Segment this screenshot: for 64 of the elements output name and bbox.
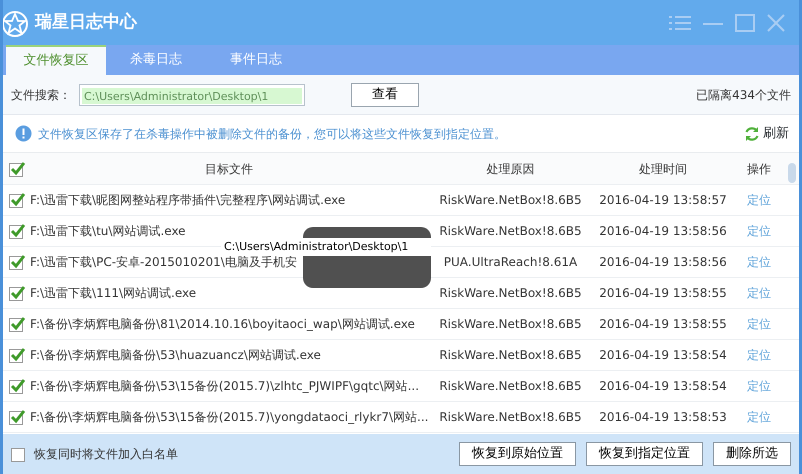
time-text: 2016-04-19 13:58:54 bbox=[599, 348, 727, 362]
checkbox[interactable] bbox=[9, 347, 26, 364]
checkbox[interactable] bbox=[9, 160, 26, 178]
checkbox[interactable] bbox=[9, 285, 26, 302]
reason-text: RiskWare.NetBox!8.6B5 bbox=[439, 348, 582, 362]
checkbox[interactable] bbox=[9, 409, 26, 426]
file-path: F:\备份\李炳辉电脑备份\81\2014.10.16\boyitaoci_wap\网站调试.exe bbox=[30, 317, 415, 331]
reason-text: RiskWare.NetBox!8.6B5 bbox=[439, 410, 582, 424]
column-header: 操作 bbox=[747, 162, 771, 176]
reason-text: RiskWare.NetBox!8.6B5 bbox=[439, 317, 582, 331]
checkbox[interactable] bbox=[9, 378, 26, 396]
time-text: 2016-04-19 13:58:55 bbox=[599, 317, 727, 331]
locate-link[interactable]: 定位 bbox=[747, 253, 771, 271]
quarantine-count: 已隔离434个文件 bbox=[696, 86, 791, 104]
locate-link[interactable]: 定位 bbox=[747, 315, 771, 333]
file-path: F:\备份\李炳辉电脑备份\53\15备份(2015.7)\yongdataoci_rlykr7\网站... bbox=[30, 410, 428, 424]
footer-button[interactable]: 恢复到原始位置 bbox=[459, 442, 576, 466]
tab[interactable]: 文件恢复区 bbox=[6, 45, 106, 75]
column-header: 处理时间 bbox=[639, 162, 687, 176]
search-label: 文件搜索： bbox=[11, 86, 71, 104]
file-path: F:\迅雷下载\111\网站调试.exe bbox=[30, 286, 196, 300]
tab[interactable]: 杀毒日志 bbox=[106, 45, 206, 75]
window-title: 瑞星日志中心 bbox=[35, 10, 137, 34]
file-path: F:\备份\李炳辉电脑备份\53\15备份(2015.7)\zlhtc_PJWIPF\gqtc\网站... bbox=[30, 379, 420, 393]
time-text: 2016-04-19 13:58:56 bbox=[599, 255, 727, 269]
tooltip-text: C:\Users\Administrator\Desktop\1 bbox=[221, 238, 431, 256]
locate-link[interactable]: 定位 bbox=[747, 222, 771, 240]
footer-button[interactable]: 删除所选 bbox=[713, 442, 791, 466]
time-text: 2016-04-19 13:58:56 bbox=[599, 224, 727, 238]
checkbox[interactable] bbox=[9, 223, 26, 240]
tab[interactable]: 事件日志 bbox=[206, 45, 306, 75]
time-text: 2016-04-19 13:58:54 bbox=[599, 379, 727, 393]
search-field[interactable]: C:\Users\Administrator\Desktop\1 bbox=[79, 84, 305, 106]
refresh-icon[interactable] bbox=[744, 126, 760, 142]
time-text: 2016-04-19 13:58:57 bbox=[599, 193, 727, 207]
whitelist-label: 恢复同时将文件加入白名单 bbox=[34, 446, 178, 463]
checkbox[interactable] bbox=[9, 192, 26, 210]
reason-text: RiskWare.NetBox!8.6B5 bbox=[439, 193, 582, 207]
file-path: F:\备份\李炳辉电脑备份\53\huazuancz\网站调试.exe bbox=[30, 348, 321, 362]
checkbox[interactable] bbox=[11, 446, 28, 462]
info-icon bbox=[15, 125, 32, 142]
locate-link[interactable]: 定位 bbox=[747, 408, 771, 426]
checkbox[interactable] bbox=[9, 316, 26, 334]
footer-button[interactable]: 恢复到指定位置 bbox=[586, 442, 703, 466]
column-header: 目标文件 bbox=[205, 162, 253, 176]
time-text: 2016-04-19 13:58:55 bbox=[599, 286, 727, 300]
info-text: 文件恢复区保存了在杀毒操作中被删除文件的备份，您可以将这些文件恢复到指定位置。 bbox=[38, 126, 506, 142]
locate-link[interactable]: 定位 bbox=[747, 284, 771, 302]
view-button[interactable]: 查看 bbox=[351, 82, 419, 106]
column-header: 处理原因 bbox=[486, 162, 534, 176]
checkbox[interactable] bbox=[9, 254, 26, 272]
file-path: F:\迅雷下载\昵图网整站程序带插件\完整程序\网站调试.exe bbox=[30, 193, 346, 207]
reason-text: RiskWare.NetBox!8.6B5 bbox=[439, 379, 582, 393]
scrollbar-thumb[interactable] bbox=[788, 163, 796, 183]
locate-link[interactable]: 定位 bbox=[747, 346, 771, 364]
file-path: F:\迅雷下载\PC-安卓-2015010201\电脑及手机安 bbox=[30, 255, 297, 269]
locate-link[interactable]: 定位 bbox=[747, 191, 771, 209]
refresh-button[interactable]: 刷新 bbox=[744, 124, 789, 144]
file-path: F:\迅雷下载\tu\网站调试.exe bbox=[30, 224, 186, 238]
locate-link[interactable]: 定位 bbox=[747, 377, 771, 395]
time-text: 2016-04-19 13:58:53 bbox=[599, 410, 727, 424]
reason-text: RiskWare.NetBox!8.6B5 bbox=[439, 224, 582, 238]
reason-text: PUA.UltraReach!8.61A bbox=[444, 255, 578, 269]
reason-text: RiskWare.NetBox!8.6B5 bbox=[439, 286, 582, 300]
